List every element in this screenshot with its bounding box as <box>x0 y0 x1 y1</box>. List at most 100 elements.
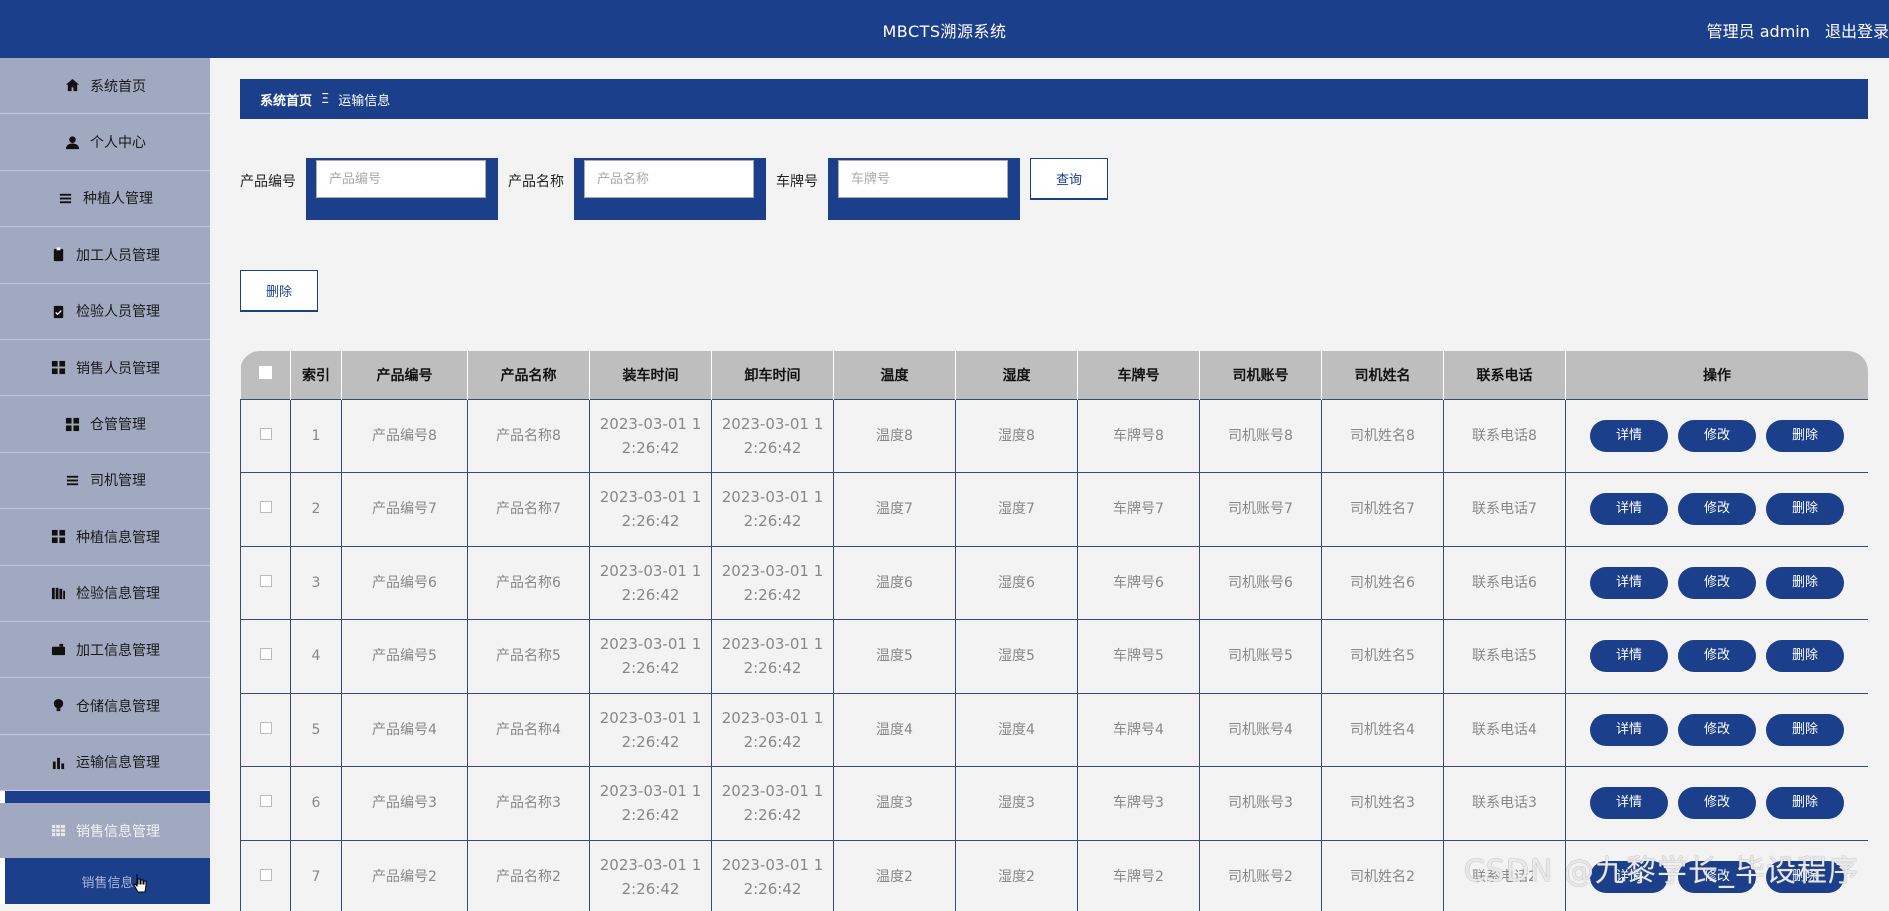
cell-driver-name: 司机姓名6 <box>1321 545 1444 620</box>
cell-plate: 车牌号8 <box>1077 398 1200 473</box>
cell-product-code: 产品编号2 <box>341 839 468 911</box>
clipboard-icon <box>50 247 66 263</box>
cell-load-time: 2023-03-01 1 2:26:42 <box>589 472 712 547</box>
edit-button[interactable]: 修改 <box>1678 493 1756 526</box>
time-part: 2:26:42 <box>621 659 680 678</box>
cell-index: 2 <box>290 472 342 547</box>
time-part: 2:26:42 <box>743 659 802 678</box>
table-row: 3 产品编号6 产品名称6 2023-03-01 1 2:26:42 2023-03-01… <box>240 545 1868 620</box>
row-checkbox[interactable] <box>259 868 272 881</box>
row-checkbox[interactable] <box>259 427 272 440</box>
sidebar-item-label: 加工人员管理 <box>76 247 160 264</box>
sidebar-item-7[interactable]: 司机管理 <box>0 452 210 510</box>
edit-button[interactable]: 修改 <box>1678 640 1756 673</box>
row-checkbox[interactable] <box>259 795 272 808</box>
cell-humidity: 湿度5 <box>955 619 1078 694</box>
breadcrumb: 系统首页 Ξ 运输信息 <box>240 79 1868 119</box>
delete-button[interactable]: 删除 <box>1766 419 1844 452</box>
cell-index: 5 <box>290 692 342 767</box>
sidebar-item-11[interactable]: 仓储信息管理 <box>0 678 210 735</box>
delete-button[interactable]: 删除 <box>1766 713 1844 746</box>
row-select-cell <box>240 472 291 547</box>
cell-temperature: 温度4 <box>833 692 956 767</box>
plate-field-box <box>828 158 1020 220</box>
breadcrumb-home[interactable]: 系统首页 <box>260 90 312 109</box>
logout-link[interactable]: 退出登录 <box>1825 22 1889 41</box>
detail-button[interactable]: 详情 <box>1590 713 1668 746</box>
delete-button[interactable]: 删除 <box>1766 493 1844 526</box>
cell-product-name: 产品名称2 <box>467 839 590 911</box>
sidebar-item-label: 仓管管理 <box>90 417 146 434</box>
bulb-icon <box>50 698 66 714</box>
row-checkbox[interactable] <box>259 501 272 514</box>
column-header: 车牌号 <box>1077 351 1200 399</box>
batch-delete-button[interactable]: 删除 <box>240 270 318 312</box>
column-header: 装车时间 <box>589 351 712 399</box>
time-part: 2023-03-01 1 <box>721 488 824 507</box>
edit-button[interactable]: 修改 <box>1678 787 1756 820</box>
home-icon <box>64 78 80 94</box>
cell-driver-name: 司机姓名7 <box>1321 472 1444 547</box>
edit-button[interactable]: 修改 <box>1678 566 1756 599</box>
cell-humidity: 湿度4 <box>955 692 1078 767</box>
time-part: 2:26:42 <box>621 585 680 604</box>
sidebar-item-1[interactable]: 个人中心 <box>0 114 210 171</box>
detail-button[interactable]: 详情 <box>1590 566 1668 599</box>
cell-unload-time: 2023-03-01 1 2:26:42 <box>711 619 834 694</box>
product-code-input[interactable] <box>316 160 486 198</box>
sidebar-item-2[interactable]: 种植人管理 <box>0 170 210 228</box>
cell-load-time: 2023-03-01 1 2:26:42 <box>589 545 712 620</box>
select-all-header <box>240 351 291 399</box>
product-name-label: 产品名称 <box>508 174 564 190</box>
sidebar-subitem-sales-info[interactable]: 销售信息 <box>0 858 210 904</box>
time-part: 2:26:42 <box>621 879 680 898</box>
mouse-cursor-icon <box>133 874 147 893</box>
plate-input[interactable] <box>838 160 1008 198</box>
cell-actions: 详情 修改 删除 <box>1565 545 1868 620</box>
book-icon <box>50 585 66 601</box>
detail-button[interactable]: 详情 <box>1590 493 1668 526</box>
cell-humidity: 湿度8 <box>955 398 1078 473</box>
time-part: 2:26:42 <box>743 585 802 604</box>
cell-unload-time: 2023-03-01 1 2:26:42 <box>711 839 834 911</box>
time-part: 2023-03-01 1 <box>721 561 824 580</box>
time-part: 2:26:42 <box>743 512 802 531</box>
row-checkbox[interactable] <box>259 648 272 661</box>
delete-button[interactable]: 删除 <box>1766 640 1844 673</box>
sidebar-item-10[interactable]: 加工信息管理 <box>0 621 210 679</box>
transport-table: 索引 产品编号 产品名称 装车时间 卸车时间 温度 湿度 车牌号 司机账号 司机姓名 联系电话 操作 … <box>240 351 1868 911</box>
delete-button[interactable]: 删除 <box>1766 787 1844 820</box>
cell-unload-time: 2023-03-01 1 2:26:42 <box>711 692 834 767</box>
sidebar-item-13[interactable]: 销售信息管理 <box>0 803 210 860</box>
query-button[interactable]: 查询 <box>1030 158 1108 200</box>
cell-plate: 车牌号4 <box>1077 692 1200 767</box>
row-checkbox[interactable] <box>259 574 272 587</box>
cell-index: 7 <box>290 839 342 911</box>
sidebar-item-6[interactable]: 仓管管理 <box>0 396 210 453</box>
cell-actions: 详情 修改 删除 <box>1565 398 1868 473</box>
time-part: 2023-03-01 1 <box>599 855 702 874</box>
edit-button[interactable]: 修改 <box>1678 713 1756 746</box>
sidebar-item-12[interactable]: 运输信息管理 <box>0 734 210 792</box>
select-all-checkbox[interactable] <box>258 366 272 380</box>
sidebar-item-3[interactable]: 加工人员管理 <box>0 227 210 284</box>
detail-button[interactable]: 详情 <box>1590 419 1668 452</box>
row-checkbox[interactable] <box>259 721 272 734</box>
sidebar-item-9[interactable]: 检验信息管理 <box>0 565 210 622</box>
sidebar-item-8[interactable]: 种植信息管理 <box>0 509 210 566</box>
cell-driver-account: 司机账号8 <box>1199 398 1322 473</box>
detail-button[interactable]: 详情 <box>1590 787 1668 820</box>
row-select-cell <box>240 545 291 620</box>
product-name-input[interactable] <box>584 160 754 198</box>
person-icon <box>64 134 80 150</box>
sidebar-item-4[interactable]: 检验人员管理 <box>0 283 210 340</box>
cell-driver-account: 司机账号5 <box>1199 619 1322 694</box>
product-code-field-box <box>306 158 498 220</box>
table-icon <box>50 823 66 839</box>
edit-button[interactable]: 修改 <box>1678 419 1756 452</box>
sidebar-item-0[interactable]: 系统首页 <box>0 58 210 115</box>
delete-button[interactable]: 删除 <box>1766 566 1844 599</box>
sidebar-item-5[interactable]: 销售人员管理 <box>0 339 210 397</box>
product-name-field-box <box>574 158 766 220</box>
detail-button[interactable]: 详情 <box>1590 640 1668 673</box>
